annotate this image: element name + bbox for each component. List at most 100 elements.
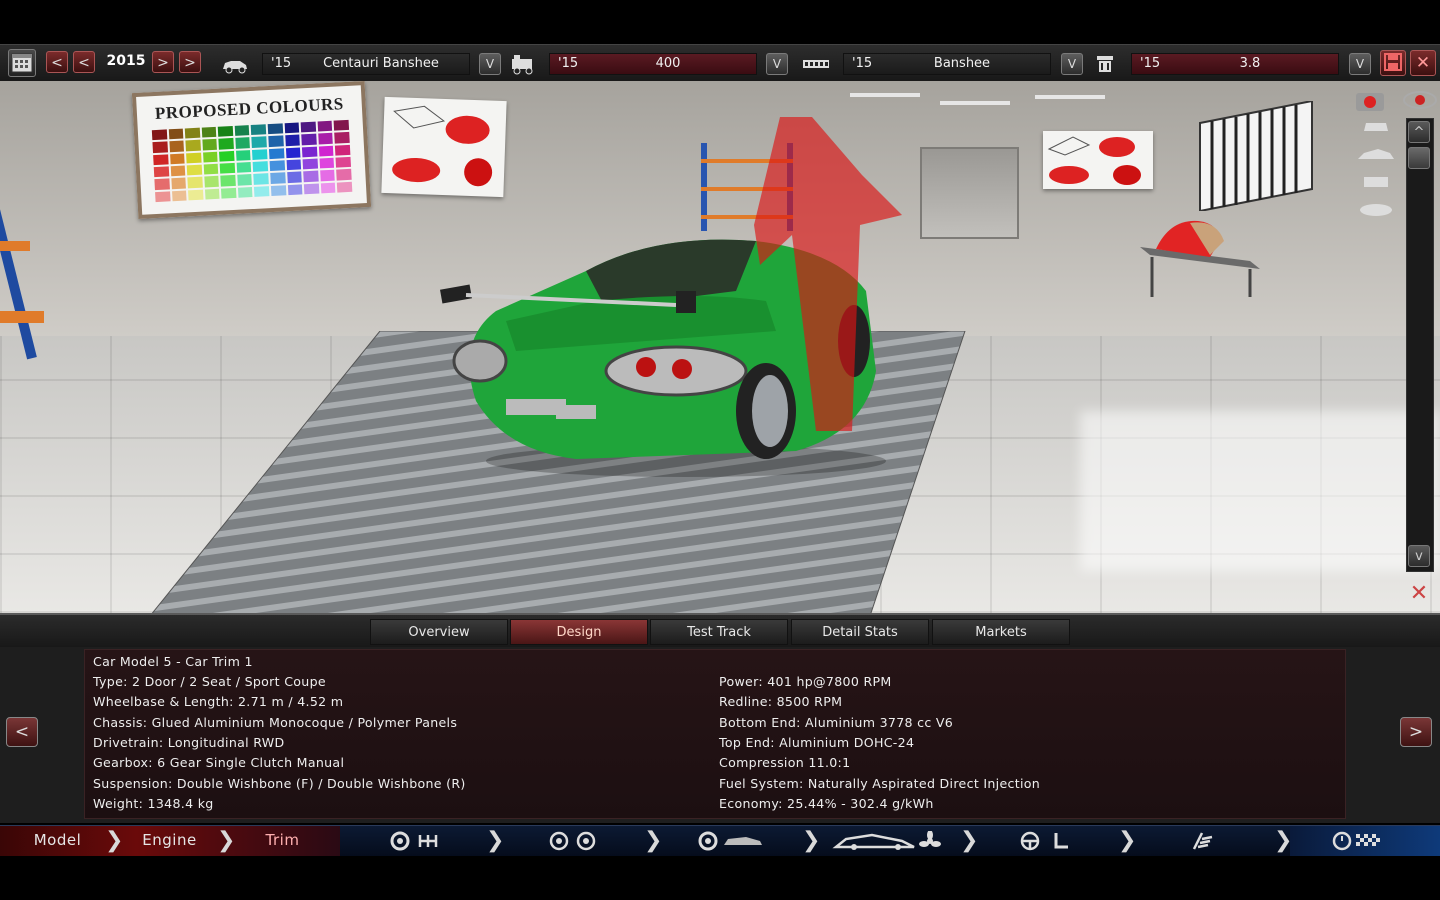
info-spec-left: Gearbox: 6 Gear Single Clutch Manual bbox=[93, 755, 345, 771]
zoom-slider-thumb[interactable] bbox=[1408, 147, 1430, 169]
year-back-button[interactable]: < bbox=[73, 51, 95, 73]
colour-swatch bbox=[286, 171, 302, 183]
info-panel: < Car Model 5 - Car Trim 1 Type: 2 Door … bbox=[0, 647, 1440, 823]
trim-select[interactable]: '15 Banshee bbox=[843, 53, 1051, 75]
info-spec-right: Fuel System: Naturally Aspirated Direct … bbox=[719, 775, 1041, 791]
colour-swatch bbox=[333, 119, 350, 131]
year-forward-button[interactable]: > bbox=[152, 51, 174, 73]
colour-swatch bbox=[253, 161, 269, 173]
colour-swatch bbox=[153, 154, 169, 166]
step-gearbox-icon[interactable] bbox=[388, 831, 444, 851]
colour-swatch bbox=[319, 157, 335, 169]
colour-swatch bbox=[187, 176, 203, 189]
step-engine[interactable]: Engine bbox=[122, 826, 217, 856]
colour-swatch bbox=[237, 174, 253, 186]
colour-swatch bbox=[218, 138, 234, 150]
step-interior-icon[interactable] bbox=[1016, 831, 1076, 851]
shelving-left bbox=[0, 172, 44, 360]
colour-swatch bbox=[301, 133, 317, 146]
model-year: '15 bbox=[271, 56, 292, 71]
colour-swatch bbox=[335, 144, 351, 156]
model-dropdown-button[interactable]: V bbox=[479, 53, 501, 75]
workbench-clay-model bbox=[1140, 220, 1260, 297]
3d-viewport[interactable]: PROPOSED COLOURS ^ v ✕ bbox=[0, 81, 1440, 613]
colour-swatches bbox=[151, 119, 353, 203]
info-spec-right: Economy: 25.44% - 302.4 g/kWh bbox=[719, 795, 934, 811]
info-prev-button[interactable]: < bbox=[6, 717, 38, 747]
colour-swatch bbox=[252, 148, 268, 160]
colour-swatch bbox=[184, 127, 201, 139]
step-wheels-icon[interactable] bbox=[546, 831, 602, 851]
model-name: Centauri Banshee bbox=[323, 56, 439, 71]
engine-variant-select[interactable]: '15 3.8 bbox=[1131, 53, 1339, 75]
step-aero-icon[interactable] bbox=[832, 830, 944, 851]
step-model[interactable]: Model bbox=[10, 826, 105, 856]
year-back-fast-button[interactable]: < bbox=[46, 51, 68, 73]
view-front-icon[interactable] bbox=[1358, 117, 1394, 135]
info-box: Car Model 5 - Car Trim 1 Type: 2 Door / … bbox=[84, 649, 1346, 819]
window bbox=[1199, 101, 1313, 211]
engine-select[interactable]: '15 400 bbox=[549, 53, 757, 75]
colour-swatch bbox=[155, 190, 171, 203]
colour-swatch bbox=[320, 182, 336, 194]
eye-icon[interactable] bbox=[1400, 87, 1440, 113]
colour-swatch bbox=[153, 166, 169, 178]
colour-swatch bbox=[204, 188, 220, 200]
colour-swatch bbox=[202, 139, 218, 151]
chevron-right-icon: ❯ bbox=[1118, 828, 1137, 853]
colour-swatch bbox=[302, 158, 318, 170]
orientation-gizmo[interactable] bbox=[752, 115, 912, 435]
zoom-up-button[interactable]: ^ bbox=[1408, 121, 1430, 143]
colour-swatch bbox=[204, 176, 220, 188]
info-spec-right: Compression 11.0:1 bbox=[719, 755, 851, 771]
tab-detail-stats[interactable]: Detail Stats bbox=[791, 619, 929, 645]
colour-swatch bbox=[320, 169, 336, 182]
info-spec-right: Bottom End: Aluminium 3778 cc V6 bbox=[719, 714, 954, 730]
colour-swatch bbox=[267, 123, 283, 135]
colour-swatch bbox=[285, 147, 301, 159]
colour-swatch bbox=[318, 133, 334, 145]
step-finish-icon[interactable] bbox=[1332, 831, 1392, 851]
zoom-slider-track[interactable] bbox=[1406, 118, 1434, 572]
tab-test-track[interactable]: Test Track bbox=[650, 619, 788, 645]
close-icon[interactable]: ✕ bbox=[1410, 50, 1436, 76]
tab-overview[interactable]: Overview bbox=[370, 619, 508, 645]
bottom-navigation: Model ❯ Engine ❯ Trim ❯ ❯ ❯ ❯ ❯ ❯ bbox=[0, 825, 1440, 856]
colour-swatch bbox=[221, 187, 237, 199]
tab-design[interactable]: Design bbox=[510, 619, 648, 645]
colour-swatch bbox=[317, 120, 333, 132]
colour-swatch bbox=[171, 190, 187, 202]
step-suspension-icon[interactable] bbox=[1188, 831, 1218, 851]
zoom-down-button[interactable]: v bbox=[1408, 545, 1430, 567]
trim-dropdown-button[interactable]: V bbox=[1061, 53, 1083, 75]
colour-swatch bbox=[188, 189, 204, 201]
tabs-bar: Overview Design Test Track Detail Stats Mark… bbox=[0, 613, 1440, 649]
colour-swatch bbox=[219, 150, 235, 162]
reset-view-icon[interactable]: ✕ bbox=[1404, 581, 1434, 607]
view-side-icon[interactable] bbox=[1356, 145, 1396, 163]
colour-swatch bbox=[303, 170, 319, 182]
colour-swatch bbox=[169, 140, 185, 152]
step-trim[interactable]: Trim bbox=[235, 826, 330, 856]
info-next-button[interactable]: > bbox=[1400, 717, 1432, 747]
colour-swatch bbox=[169, 153, 185, 165]
step-body-icon[interactable] bbox=[698, 831, 768, 851]
engine-variant-dropdown-button[interactable]: V bbox=[1349, 53, 1371, 75]
engine-dropdown-button[interactable]: V bbox=[766, 53, 788, 75]
engine-year: '15 bbox=[558, 56, 579, 71]
chevron-right-icon: ❯ bbox=[217, 828, 236, 853]
colour-swatch bbox=[151, 129, 167, 141]
view-rear-icon[interactable] bbox=[1358, 173, 1394, 191]
save-icon[interactable] bbox=[1380, 50, 1406, 76]
info-spec-left: Suspension: Double Wishbone (F) / Double… bbox=[93, 775, 466, 791]
info-spec-left: Weight: 1348.4 kg bbox=[93, 795, 214, 811]
view-top-icon[interactable] bbox=[1356, 201, 1396, 219]
colour-swatch bbox=[269, 160, 285, 172]
tab-markets[interactable]: Markets bbox=[932, 619, 1070, 645]
calendar-icon[interactable] bbox=[8, 49, 36, 77]
colour-swatch bbox=[284, 122, 300, 134]
camera-icon[interactable] bbox=[1352, 87, 1392, 113]
model-select[interactable]: '15 Centauri Banshee bbox=[262, 53, 470, 75]
colour-swatch bbox=[337, 181, 353, 193]
year-forward-fast-button[interactable]: > bbox=[179, 51, 201, 73]
